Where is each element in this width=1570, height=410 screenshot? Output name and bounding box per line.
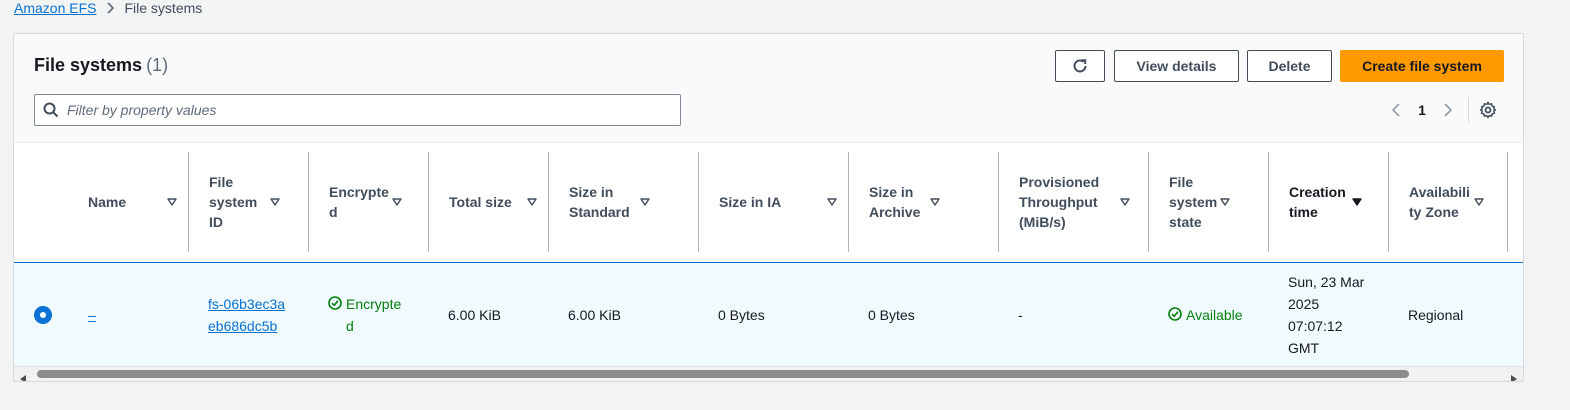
size-archive-value: 0 Bytes xyxy=(868,307,915,323)
pagination-divider xyxy=(1468,97,1469,123)
caret-down-icon xyxy=(526,198,538,206)
column-header-name[interactable]: Name xyxy=(68,152,188,252)
search-icon xyxy=(43,102,59,118)
column-header-total-size[interactable]: Total size xyxy=(428,152,548,252)
chevron-left-icon[interactable] xyxy=(1384,103,1408,117)
column-header-size-in-standard[interactable]: Size in Standard xyxy=(548,152,698,252)
column-header-size-in-ia[interactable]: Size in IA xyxy=(698,152,848,252)
column-header-file-system-state[interactable]: File system state xyxy=(1148,152,1268,252)
caret-down-icon xyxy=(1119,198,1131,206)
chevron-right-icon[interactable] xyxy=(1436,103,1460,117)
delete-button[interactable]: Delete xyxy=(1247,50,1332,82)
table-row[interactable]: – fs-06b3ec3aeb686dc5b Encrypted 6.00 Ki… xyxy=(14,262,1523,368)
size-standard-value: 6.00 KiB xyxy=(568,307,621,323)
total-size-value: 6.00 KiB xyxy=(448,307,501,323)
page-title: File systems (1) xyxy=(34,55,168,76)
check-circle-icon xyxy=(328,296,342,310)
check-circle-icon xyxy=(1168,307,1182,321)
breadcrumb-amazon-efs-link[interactable]: Amazon EFS xyxy=(14,0,96,16)
file-systems-table-container: File systems (1) View details Delete Crea… xyxy=(13,33,1524,382)
encryption-status-label: Encrypted xyxy=(346,296,402,334)
filter-input[interactable] xyxy=(65,101,680,119)
page-number[interactable]: 1 xyxy=(1408,102,1436,118)
scroll-left-arrow-icon[interactable] xyxy=(20,370,27,381)
caret-down-icon xyxy=(929,198,941,206)
filter-bar xyxy=(34,94,681,126)
view-details-button[interactable]: View details xyxy=(1114,50,1239,82)
scrollbar-thumb[interactable] xyxy=(37,370,1409,378)
file-systems-table: Name File system ID Encrypted Total size… xyxy=(14,142,1523,368)
caret-down-icon xyxy=(1473,198,1485,206)
gear-icon[interactable] xyxy=(1479,101,1497,119)
create-file-system-button[interactable]: Create file system xyxy=(1340,50,1504,82)
provisioned-throughput-value: - xyxy=(1018,307,1023,323)
file-system-count: (1) xyxy=(146,55,169,75)
file-system-id-link[interactable]: fs-06b3ec3aeb686dc5b xyxy=(208,293,292,337)
file-system-state-status: Available xyxy=(1168,304,1243,326)
column-header-encrypted[interactable]: Encrypted xyxy=(308,152,428,252)
file-system-name-link[interactable]: – xyxy=(88,304,96,326)
column-header-provisioned-throughput[interactable]: Provisioned Throughput (MiB/s) xyxy=(998,152,1148,252)
caret-down-icon xyxy=(391,198,403,206)
encryption-status: Encrypted xyxy=(328,293,406,337)
caret-down-icon xyxy=(269,198,281,206)
availability-zone-value: Regional xyxy=(1408,307,1464,323)
file-system-state-label: Available xyxy=(1186,307,1243,323)
breadcrumb: Amazon EFS File systems xyxy=(14,0,202,16)
breadcrumb-current: File systems xyxy=(124,0,203,16)
pagination: 1 xyxy=(1384,96,1497,124)
row-select-radio[interactable] xyxy=(34,306,52,324)
column-header-availability-zone[interactable]: Availability Zone xyxy=(1388,152,1508,252)
caret-down-icon xyxy=(826,198,838,206)
size-ia-value: 0 Bytes xyxy=(718,307,765,323)
column-header-file-system-id[interactable]: File system ID xyxy=(188,152,308,252)
caret-down-icon xyxy=(1219,198,1231,206)
column-header-size-in-archive[interactable]: Size in Archive xyxy=(848,152,998,252)
page-title-text: File systems xyxy=(34,55,143,75)
column-header-creation-time[interactable]: Creation time xyxy=(1268,152,1388,252)
refresh-icon xyxy=(1071,57,1089,75)
chevron-right-icon xyxy=(106,2,115,14)
horizontal-scrollbar[interactable] xyxy=(14,366,1523,381)
caret-down-icon xyxy=(166,198,178,206)
scroll-right-arrow-icon[interactable] xyxy=(1510,370,1517,381)
refresh-button[interactable] xyxy=(1055,50,1105,82)
caret-down-filled-icon xyxy=(1351,198,1363,206)
creation-time-value: Sun, 23 Mar 2025 07:07:12 GMT xyxy=(1288,274,1365,356)
caret-down-icon xyxy=(639,198,651,206)
